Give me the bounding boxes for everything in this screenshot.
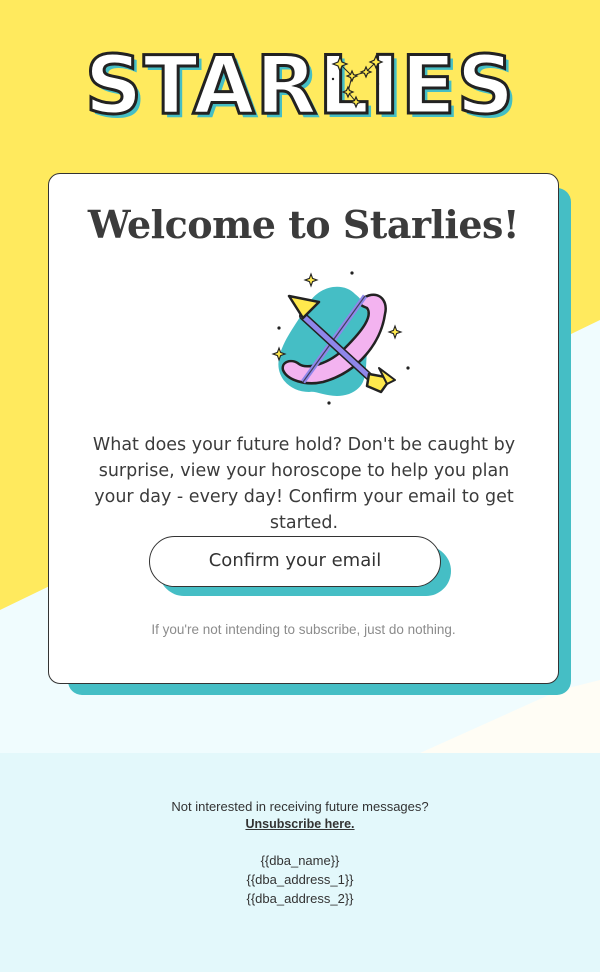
dba-name: {{dba_name}}: [260, 853, 340, 868]
unsubscribe-question: Not interested in receiving future messa…: [171, 799, 429, 814]
dba-address-1: {{dba_address_1}}: [246, 872, 354, 887]
starlies-logo: STARLIES: [83, 39, 516, 132]
do-nothing-note: If you're not intending to subscribe, ju…: [151, 622, 456, 637]
card-body-text: What does your future hold? Don't be cau…: [92, 435, 516, 533]
unsubscribe-link[interactable]: Unsubscribe here.: [0, 817, 600, 831]
welcome-card: Welcome to Starlies! What does your futu…: [48, 173, 559, 684]
dba-address-2: {{dba_address_2}}: [246, 891, 354, 906]
card-title: Welcome to Starlies!: [87, 202, 520, 247]
sagittarius-bow-and-arrow-icon: [271, 271, 410, 405]
constellation-icon: [331, 54, 384, 109]
footer: Not interested in receiving future messa…: [0, 753, 600, 972]
confirm-email-button[interactable]: Confirm your email: [149, 536, 441, 587]
